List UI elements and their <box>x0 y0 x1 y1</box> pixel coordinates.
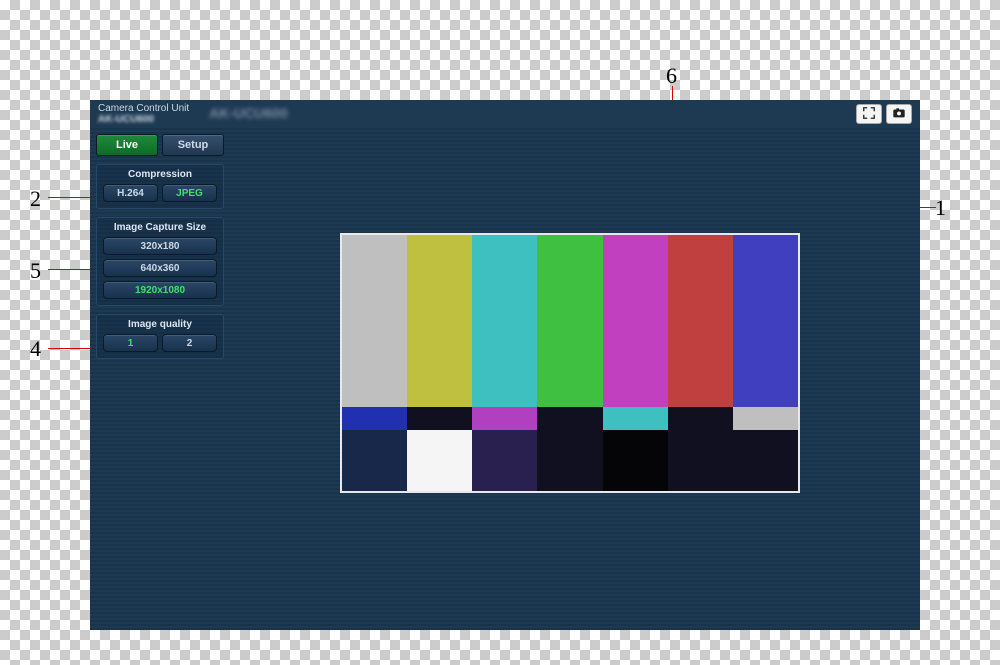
callout-1: 1 <box>935 195 946 221</box>
fullscreen-icon <box>862 106 876 123</box>
product-line-label: Camera Control Unit <box>98 103 189 114</box>
camera-icon <box>892 106 906 123</box>
compression-title: Compression <box>103 169 217 180</box>
live-video-frame[interactable] <box>340 233 800 493</box>
snapshot-button[interactable] <box>886 104 912 124</box>
leader-2 <box>48 197 92 198</box>
tab-live[interactable]: Live <box>96 134 158 156</box>
model-label-large: AK-UCU600 <box>209 106 288 121</box>
leader-5 <box>48 269 92 270</box>
compression-jpeg-button[interactable]: JPEG <box>162 184 217 202</box>
app-window: Camera Control Unit AK-UCU600 AK-UCU600 <box>90 100 920 630</box>
quality-1-button[interactable]: 1 <box>103 334 158 352</box>
fullscreen-button[interactable] <box>856 104 882 124</box>
image-quality-title: Image quality <box>103 319 217 330</box>
image-quality-panel: Image quality 1 2 <box>96 314 224 359</box>
color-bars-bot <box>342 430 798 491</box>
callout-5: 5 <box>30 258 41 284</box>
titlebar: Camera Control Unit AK-UCU600 AK-UCU600 <box>90 100 920 128</box>
callout-2: 2 <box>30 186 41 212</box>
size-1920x1080-button[interactable]: 1920x1080 <box>103 281 217 299</box>
mode-tabs: Live Setup <box>96 134 224 156</box>
model-label: AK-UCU600 <box>98 114 189 125</box>
size-320x180-button[interactable]: 320x180 <box>103 237 217 255</box>
color-bars-top <box>342 235 798 407</box>
capture-size-title: Image Capture Size <box>103 222 217 233</box>
capture-size-panel: Image Capture Size 320x180 640x360 1920x… <box>96 217 224 306</box>
size-640x360-button[interactable]: 640x360 <box>103 259 217 277</box>
leader-4 <box>48 348 92 349</box>
callout-4: 4 <box>30 336 41 362</box>
tab-setup[interactable]: Setup <box>162 134 224 156</box>
main-area <box>230 128 920 630</box>
leader-1 <box>920 207 936 208</box>
color-bars-mid <box>342 407 798 430</box>
compression-panel: Compression H.264 JPEG <box>96 164 224 209</box>
quality-2-button[interactable]: 2 <box>162 334 217 352</box>
compression-h264-button[interactable]: H.264 <box>103 184 158 202</box>
sidebar: Live Setup Compression H.264 JPEG Image … <box>90 128 230 630</box>
